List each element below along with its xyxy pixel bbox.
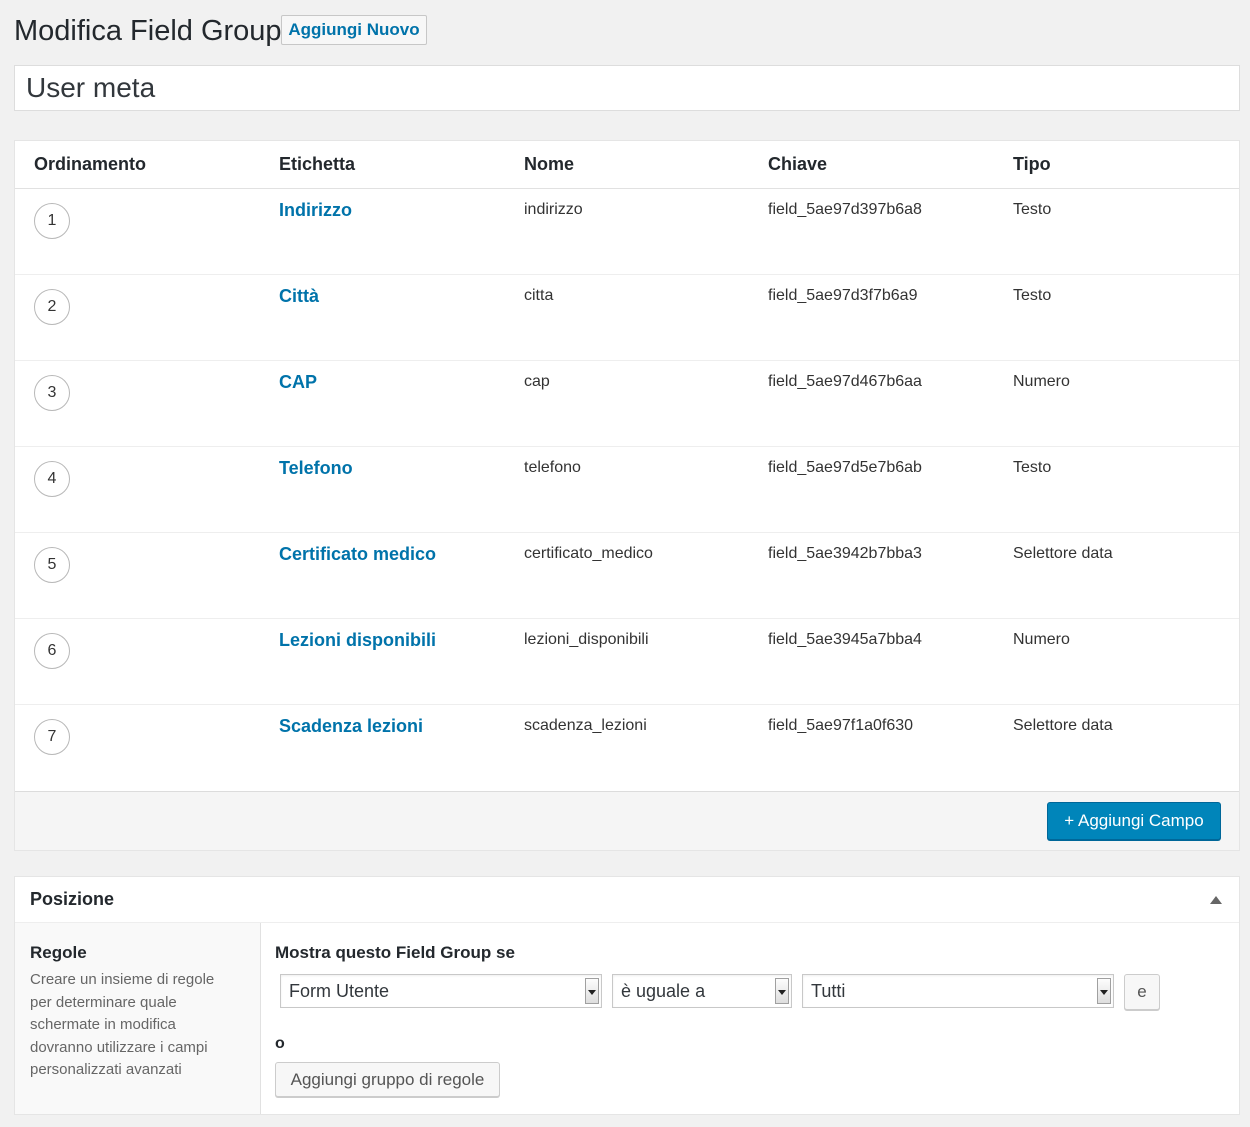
rule-param-select[interactable]: Form Utente [280,974,602,1008]
triangle-up-icon[interactable] [1210,896,1222,904]
show-if-label: Mostra questo Field Group se [275,943,515,962]
location-panel-title: Posizione [30,889,115,909]
order-handle[interactable]: 7 [34,719,70,755]
column-header-type: Tipo [1013,154,1051,174]
location-panel: Posizione Regole Creare un insieme di re… [14,876,1240,1115]
field-type: Numero [1013,631,1070,648]
rule-operator-select[interactable]: è uguale a [612,974,792,1008]
fields-table-header: Ordinamento Etichetta Nome Chiave Tipo [15,141,1239,189]
chevron-down-icon [1097,978,1111,1004]
field-name: cap [524,373,550,390]
add-rule-group-button[interactable]: Aggiungi gruppo di regole [275,1062,500,1097]
field-name: scadenza_lezioni [524,717,647,734]
page-title: Modifica Field Group [14,15,282,47]
field-key: field_5ae3942b7bba3 [768,545,922,562]
field-key: field_5ae97d397b6a8 [768,201,922,218]
field-key: field_5ae3945a7bba4 [768,631,922,648]
field-name: indirizzo [524,201,583,218]
field-name: citta [524,287,554,304]
add-and-rule-button[interactable]: e [1124,974,1160,1010]
field-label-link[interactable]: Lezioni disponibili [279,630,436,651]
table-row[interactable]: 2 Città citta field_5ae97d3f7b6a9 Testo [15,274,1239,361]
table-row[interactable]: 4 Telefono telefono field_5ae97d5e7b6ab … [15,446,1239,533]
table-row[interactable]: 3 CAP cap field_5ae97d467b6aa Numero [15,360,1239,447]
rules-editor: Mostra questo Field Group se Form Utente… [275,923,1235,1113]
field-key: field_5ae97d5e7b6ab [768,459,922,476]
location-panel-header[interactable]: Posizione [15,877,1239,923]
rule-param-value: Form Utente [289,980,390,1001]
field-key: field_5ae97f1a0f630 [768,717,914,734]
rules-sidebar: Regole Creare un insieme di regole per d… [15,923,261,1114]
order-handle[interactable]: 4 [34,461,70,497]
field-label-link[interactable]: Città [279,286,319,307]
field-key: field_5ae97d3f7b6a9 [768,287,918,304]
fields-table-footer: + Aggiungi Campo [15,791,1239,850]
field-label-link[interactable]: Indirizzo [279,200,352,221]
add-field-button[interactable]: + Aggiungi Campo [1047,802,1221,840]
order-handle[interactable]: 1 [34,203,70,239]
table-row[interactable]: 5 Certificato medico certificato_medico … [15,532,1239,619]
field-name: telefono [524,459,581,476]
field-name: lezioni_disponibili [524,631,649,648]
field-type: Testo [1013,287,1052,304]
field-type: Testo [1013,201,1052,218]
field-label-link[interactable]: Telefono [279,458,353,479]
field-name: certificato_medico [524,545,653,562]
column-header-key: Chiave [768,154,828,174]
order-handle[interactable]: 6 [34,633,70,669]
order-handle[interactable]: 3 [34,375,70,411]
field-label-link[interactable]: Scadenza lezioni [279,716,423,737]
rule-value-value: Tutti [811,980,846,1001]
order-handle[interactable]: 5 [34,547,70,583]
table-row[interactable]: 1 Indirizzo indirizzo field_5ae97d397b6a… [15,188,1239,275]
table-row[interactable]: 7 Scadenza lezioni scadenza_lezioni fiel… [15,704,1239,790]
field-type: Selettore data [1013,717,1113,734]
field-type: Testo [1013,459,1052,476]
table-row[interactable]: 6 Lezioni disponibili lezioni_disponibil… [15,618,1239,705]
chevron-down-icon [775,978,789,1004]
field-group-title-input[interactable]: User meta [14,65,1240,111]
column-header-order: Ordinamento [34,154,147,174]
column-header-name: Nome [524,154,575,174]
order-handle[interactable]: 2 [34,289,70,325]
or-label: o [275,1035,285,1052]
rules-title: Regole [30,943,87,962]
field-label-link[interactable]: Certificato medico [279,544,436,565]
chevron-down-icon [585,978,599,1004]
field-type: Numero [1013,373,1070,390]
rule-operator-value: è uguale a [621,980,706,1001]
field-label-link[interactable]: CAP [279,372,317,393]
rules-description: Creare un insieme di regole per determin… [30,971,215,1078]
fields-table: Ordinamento Etichetta Nome Chiave Tipo 1… [14,140,1240,851]
add-new-button[interactable]: Aggiungi Nuovo [281,15,427,45]
column-header-label: Etichetta [279,154,356,174]
rule-value-select[interactable]: Tutti [802,974,1114,1008]
field-type: Selettore data [1013,545,1113,562]
field-key: field_5ae97d467b6aa [768,373,922,390]
